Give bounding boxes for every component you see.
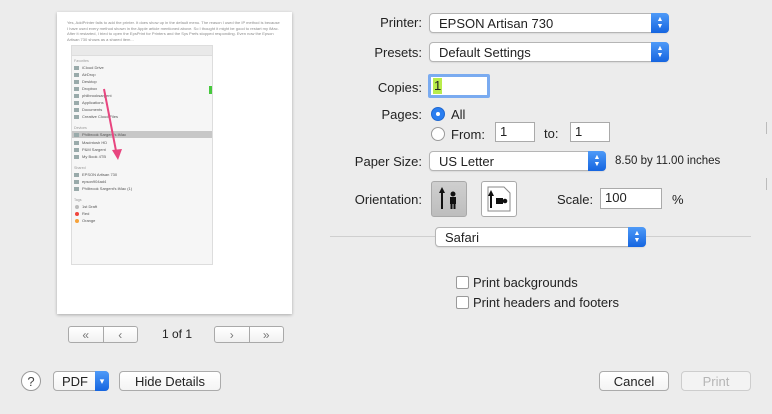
portrait-orientation-button[interactable] xyxy=(431,181,467,217)
orientation-label: Orientation: xyxy=(354,192,422,207)
pages-all-radio[interactable] xyxy=(431,107,445,121)
next-page-button[interactable]: › xyxy=(215,327,249,342)
first-page-icon: « xyxy=(82,327,90,342)
last-page-button[interactable]: » xyxy=(248,327,284,342)
popup-stepper-icon: ▲ ▼ xyxy=(651,13,669,33)
popup-stepper-icon: ▲ ▼ xyxy=(588,151,606,171)
scale-label: Scale: xyxy=(557,192,594,207)
pink-arrow-icon xyxy=(103,88,122,160)
scale-unit: % xyxy=(672,192,684,207)
chevron-down-icon: ▾ xyxy=(95,371,109,391)
from-page-field[interactable]: 1 xyxy=(495,122,535,142)
to-page-field[interactable]: 1 xyxy=(570,122,610,142)
pager-forward-group: › » xyxy=(214,326,284,343)
pager-back-group: « ‹ xyxy=(68,326,138,343)
presets-select[interactable]: Default Settings ▲ ▼ xyxy=(429,42,669,62)
pages-label: Pages: xyxy=(381,107,422,122)
paper-dimensions: 8.50 by 11.00 inches xyxy=(615,155,721,167)
print-headers-checkbox[interactable] xyxy=(456,296,469,309)
pages-from-radio[interactable] xyxy=(431,127,445,141)
presets-value: Default Settings xyxy=(439,45,531,60)
window-edge-marker xyxy=(766,122,767,134)
printer-label: Printer: xyxy=(380,15,422,30)
popup-stepper-icon: ▲ ▼ xyxy=(628,227,646,247)
pdf-menu-button[interactable]: PDF ▾ xyxy=(53,371,109,391)
app-options-select[interactable]: Safari ▲ ▼ xyxy=(435,227,646,247)
pdf-label: PDF xyxy=(62,373,88,389)
print-button[interactable]: Print xyxy=(681,371,751,391)
landscape-orientation-button[interactable] xyxy=(481,181,517,217)
prev-page-button[interactable]: ‹ xyxy=(102,327,138,342)
pages-from-label: From: xyxy=(451,127,485,142)
popup-stepper-icon: ▲ ▼ xyxy=(651,42,669,62)
print-backgrounds-checkbox[interactable] xyxy=(456,276,469,289)
cancel-button[interactable]: Cancel xyxy=(599,371,669,391)
pages-all-label: All xyxy=(451,107,466,122)
help-icon: ? xyxy=(27,373,35,389)
help-button[interactable]: ? xyxy=(21,371,41,391)
next-page-icon: › xyxy=(229,327,234,342)
copies-value: 1 xyxy=(433,78,443,94)
copies-field[interactable]: 1 xyxy=(428,74,490,98)
app-options-value: Safari xyxy=(445,230,479,245)
page-counter: 1 of 1 xyxy=(162,327,193,341)
first-page-button[interactable]: « xyxy=(69,327,103,342)
hide-details-button[interactable]: Hide Details xyxy=(119,371,221,391)
printer-select[interactable]: EPSON Artisan 730 ▲ ▼ xyxy=(429,13,669,33)
print-headers-label: Print headers and footers xyxy=(473,295,619,310)
last-page-icon: » xyxy=(262,327,270,342)
landscape-icon xyxy=(487,186,511,212)
print-backgrounds-label: Print backgrounds xyxy=(473,275,578,290)
paper-size-value: US Letter xyxy=(439,154,494,169)
paper-size-label: Paper Size: xyxy=(354,154,422,169)
paper-size-select[interactable]: US Letter ▲ ▼ xyxy=(429,151,606,171)
copies-label: Copies: xyxy=(377,80,422,95)
to-label: to: xyxy=(544,126,559,141)
print-preview-page: Yes, AddPrinter fails to add the printer… xyxy=(57,12,292,314)
prev-page-icon: ‹ xyxy=(118,327,123,342)
window-edge-marker xyxy=(766,178,767,190)
printer-value: EPSON Artisan 730 xyxy=(439,16,554,31)
scale-field[interactable]: 100 xyxy=(600,188,662,209)
portrait-icon xyxy=(439,187,456,209)
presets-label: Presets: xyxy=(374,45,422,60)
preview-screenshot: Favorites iCloud Drive AirDrop Desktop D… xyxy=(71,45,213,265)
preview-paragraph: Yes, AddPrinter fails to add the printer… xyxy=(67,20,280,42)
